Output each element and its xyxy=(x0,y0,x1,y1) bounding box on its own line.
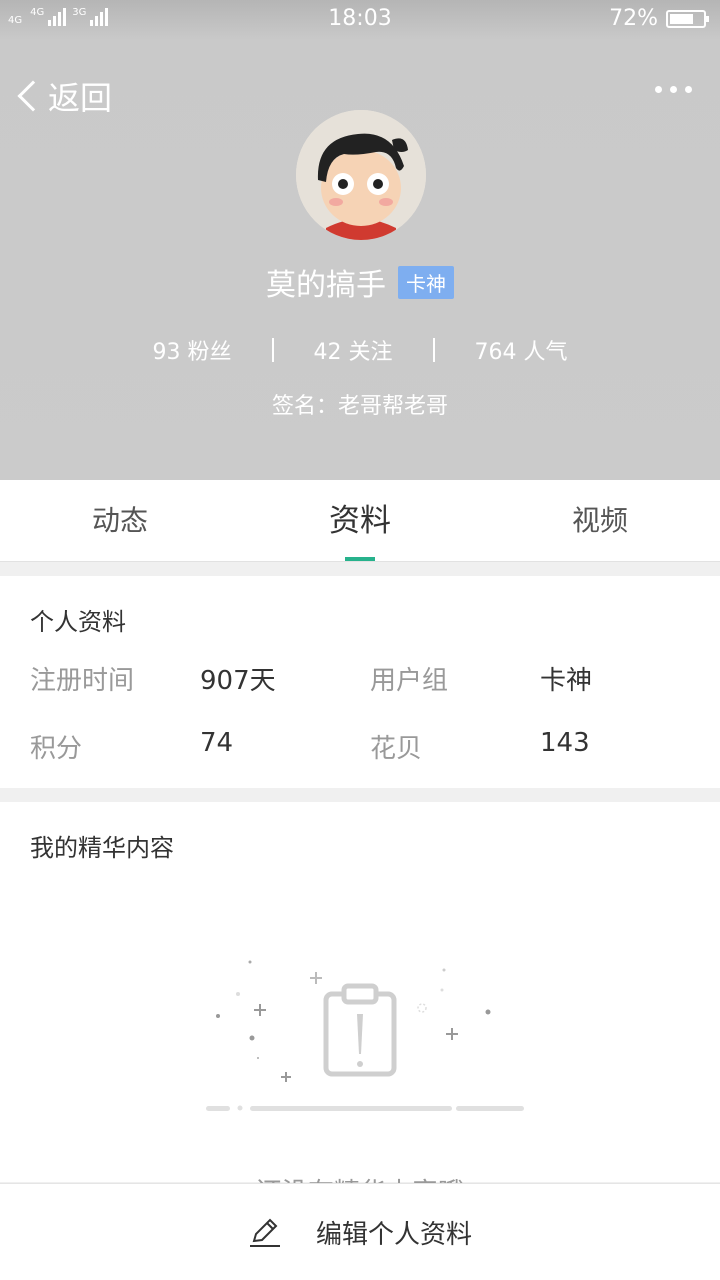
user-badge: 卡神 xyxy=(398,265,454,299)
info-label: 用户组 xyxy=(370,666,449,696)
info-label: 注册时间 xyxy=(30,666,135,696)
fans-count[interactable]: 93 粉丝 xyxy=(113,334,272,366)
back-label: 返回 xyxy=(48,79,113,117)
tab-videos[interactable]: 视频 xyxy=(480,480,720,561)
back-button[interactable]: 返回 xyxy=(14,74,112,118)
card-title: 我的精华内容 xyxy=(30,834,174,862)
tab-bar: 动态 资料 视频 xyxy=(0,480,720,562)
more-dots-icon[interactable] xyxy=(655,86,692,93)
user-name: 莫的搞手 xyxy=(266,268,386,303)
featured-card: 我的精华内容 还没有精华内容哦 xyxy=(0,802,720,1208)
edit-profile-label: 编辑个人资料 xyxy=(315,1219,472,1250)
info-value: 907天 xyxy=(200,666,276,696)
chevron-left-icon xyxy=(17,80,49,112)
info-value: 74 xyxy=(200,728,234,758)
edit-profile-button[interactable]: 编辑个人资料 xyxy=(0,1183,720,1280)
name-row: 莫的搞手 卡神 xyxy=(0,260,720,304)
profile-header: 4G 4G 3G 18:03 72% 返回 莫的搞手 卡神 93 粉丝 42 关… xyxy=(0,0,720,480)
battery-icon xyxy=(666,10,709,28)
pencil-icon xyxy=(249,1218,280,1247)
info-label: 积分 xyxy=(30,734,83,764)
empty-clipboard-icon xyxy=(206,960,524,1111)
popularity-count: 764 人气 xyxy=(474,340,568,365)
info-value: 143 xyxy=(540,728,590,758)
personal-info-card: 个人资料 注册时间 907天 用户组 卡神 积分 74 花贝 143 xyxy=(0,576,720,788)
avatar-illustration-icon xyxy=(296,110,426,240)
tab-activity[interactable]: 动态 xyxy=(0,480,240,561)
status-bar: 4G 4G 3G 18:03 72% xyxy=(0,0,720,40)
stats-row: 93 粉丝 42 关注 764 人气 xyxy=(0,334,720,366)
avatar[interactable] xyxy=(296,110,426,240)
signature: 签名：老哥帮老哥 xyxy=(271,394,448,419)
info-label: 花贝 xyxy=(370,734,423,764)
info-value: 卡神 xyxy=(540,666,593,696)
card-title: 个人资料 xyxy=(30,608,126,636)
tab-profile[interactable]: 资料 xyxy=(240,480,480,561)
following-count[interactable]: 42 关注 xyxy=(274,334,433,366)
battery-percent: 72% xyxy=(609,6,658,31)
